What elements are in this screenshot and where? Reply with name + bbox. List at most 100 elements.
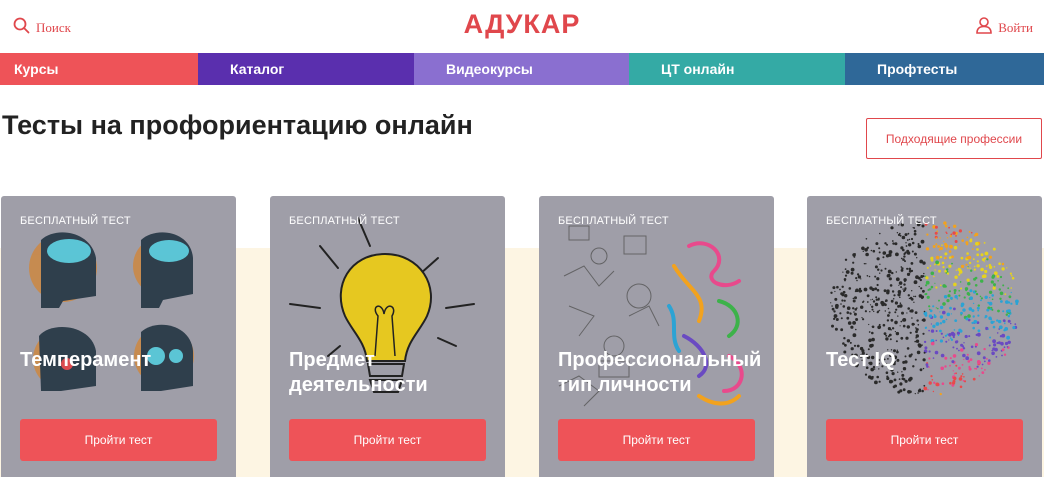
brain-dot bbox=[1015, 299, 1019, 304]
brain-dot bbox=[980, 279, 984, 283]
brain-dot bbox=[976, 253, 980, 257]
login-label: Войти bbox=[998, 20, 1033, 35]
brain-dot bbox=[930, 256, 934, 260]
brain-dot bbox=[917, 243, 920, 245]
brain-dot bbox=[880, 269, 883, 272]
brain-dot bbox=[983, 242, 986, 244]
brain-dot bbox=[881, 302, 885, 307]
brain-dot bbox=[874, 302, 879, 307]
brain-dot bbox=[960, 264, 965, 269]
brain-dot bbox=[968, 335, 971, 338]
brain-dot bbox=[944, 334, 947, 337]
brain-dot bbox=[900, 269, 904, 272]
brain-dot bbox=[876, 288, 880, 292]
brain-dot bbox=[962, 308, 966, 312]
brain-dot bbox=[903, 255, 906, 258]
brain-dot bbox=[950, 233, 953, 236]
test-card-temperament[interactable]: БЕСПЛАТНЫЙ ТЕСТ Темперамент Пройти тест bbox=[1, 196, 236, 477]
brain-dot bbox=[869, 304, 872, 306]
nav-item-label: Видеокурсы bbox=[446, 61, 533, 77]
brain-dot bbox=[933, 275, 935, 278]
brain-dot bbox=[1010, 291, 1012, 294]
brain-dot bbox=[930, 323, 932, 325]
brain-dot bbox=[904, 379, 908, 383]
brain-dot bbox=[931, 379, 934, 381]
brain-dot bbox=[987, 328, 989, 330]
brain-dot bbox=[944, 252, 948, 256]
brain-dot bbox=[887, 273, 891, 278]
brain-dot bbox=[891, 240, 894, 242]
brain-dot bbox=[830, 291, 833, 294]
brain-dot bbox=[925, 280, 930, 285]
brain-dot bbox=[855, 328, 857, 331]
brain-dot bbox=[842, 342, 845, 345]
login-button[interactable]: Войти bbox=[976, 17, 1033, 39]
brain-dot bbox=[957, 334, 960, 337]
brain-dot bbox=[909, 309, 912, 313]
take-test-button[interactable]: Пройти тест bbox=[289, 419, 486, 461]
brain-dot bbox=[886, 375, 889, 378]
test-card-iq[interactable]: БЕСПЛАТНЫЙ ТЕСТ Тест IQ Пройти тест bbox=[807, 196, 1042, 477]
brain-dot bbox=[901, 377, 905, 380]
brain-dot bbox=[901, 235, 906, 240]
nav-item-ct-online[interactable]: ЦТ онлайн bbox=[629, 53, 845, 85]
brain-dot bbox=[899, 296, 901, 299]
brain-dot bbox=[974, 265, 976, 268]
brain-dot bbox=[921, 344, 923, 346]
brain-dot bbox=[955, 235, 957, 237]
brain-dot bbox=[942, 336, 945, 339]
suitable-professions-button[interactable]: Подходящие профессии bbox=[866, 118, 1042, 159]
brain-dot bbox=[924, 314, 928, 317]
brain-dot bbox=[960, 302, 965, 307]
take-test-button[interactable]: Пройти тест bbox=[558, 419, 755, 461]
brain-dot bbox=[983, 257, 987, 260]
brain-dot bbox=[910, 237, 914, 241]
brain-dot bbox=[892, 298, 895, 300]
brain-dot bbox=[950, 338, 954, 341]
take-test-button[interactable]: Пройти тест bbox=[20, 419, 217, 461]
brain-dot bbox=[941, 244, 943, 246]
brain-dot bbox=[894, 301, 898, 305]
nav-item-courses[interactable]: Курсы bbox=[0, 53, 198, 85]
brain-dot bbox=[948, 250, 952, 253]
brain-dot bbox=[992, 247, 996, 251]
brain-dot bbox=[972, 315, 975, 318]
brain-dot bbox=[882, 251, 887, 255]
brain-dot bbox=[874, 275, 877, 278]
brain-dot bbox=[1007, 319, 1011, 323]
brain-dot bbox=[943, 295, 948, 299]
nav-item-label: Каталог bbox=[230, 61, 285, 77]
brain-dot bbox=[975, 333, 978, 336]
brain-dot bbox=[1001, 267, 1005, 271]
take-test-button[interactable]: Пройти тест bbox=[826, 419, 1023, 461]
brain-dot bbox=[941, 261, 945, 265]
brain-dot bbox=[908, 297, 911, 300]
brain-dot bbox=[860, 278, 862, 280]
brain-dot bbox=[922, 332, 925, 335]
brain-dot bbox=[905, 242, 907, 244]
brain-dot bbox=[998, 288, 1001, 291]
site-logo[interactable]: АДУКАР bbox=[0, 9, 1044, 40]
nav-item-catalog[interactable]: Каталог bbox=[198, 53, 414, 85]
brain-dot bbox=[886, 319, 890, 322]
test-card-personality-type[interactable]: БЕСПЛАТНЫЙ ТЕСТ Профессиональный тип лич… bbox=[539, 196, 774, 477]
brain-dot bbox=[992, 339, 996, 344]
brain-dot bbox=[885, 334, 888, 337]
brain-dot bbox=[943, 221, 947, 225]
brain-dot bbox=[854, 296, 857, 300]
nav-item-videocourses[interactable]: Видеокурсы bbox=[414, 53, 629, 85]
brain-dot bbox=[996, 275, 1000, 278]
test-card-activity-subject[interactable]: БЕСПЛАТНЫЙ ТЕСТ Предмет деятельности Про… bbox=[270, 196, 505, 477]
brain-dot bbox=[997, 280, 999, 282]
brain-dot bbox=[876, 277, 880, 281]
brain-dot bbox=[954, 319, 958, 322]
nav-item-proftests[interactable]: Профтесты bbox=[845, 53, 1044, 85]
brain-dot bbox=[896, 232, 899, 234]
brain-dot bbox=[842, 290, 846, 294]
brain-dot bbox=[984, 317, 986, 319]
brain-dot bbox=[932, 390, 935, 393]
brain-dot bbox=[999, 275, 1003, 279]
brain-dot bbox=[950, 313, 952, 315]
brain-dot bbox=[893, 294, 896, 297]
brain-dot bbox=[878, 247, 881, 250]
